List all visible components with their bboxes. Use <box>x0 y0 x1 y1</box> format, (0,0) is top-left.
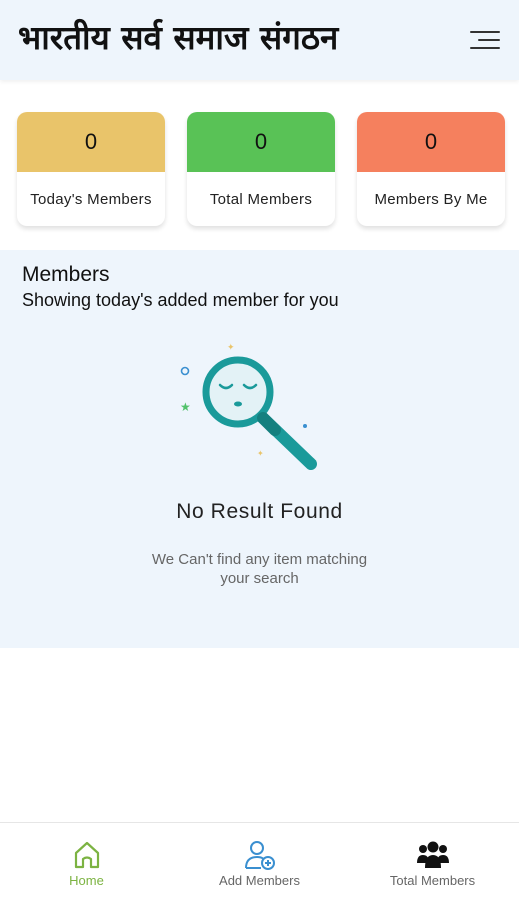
empty-state-line-2: your search <box>220 570 299 587</box>
menu-button[interactable] <box>466 27 500 53</box>
members-panel: Members Showing today's added member for… <box>0 250 519 648</box>
magnifier-sad-face-icon: ★ ✦ ✦ ✦ <box>180 343 317 470</box>
hamburger-icon <box>470 31 500 33</box>
app-header: भारतीय सर्व समाज संगठन <box>0 0 519 80</box>
svg-text:✦: ✦ <box>257 449 264 458</box>
group-icon <box>416 841 449 868</box>
stat-card-todays-members[interactable]: 0 Today's Members <box>17 112 165 226</box>
home-icon <box>74 841 99 869</box>
nav-total-members[interactable]: Total Members <box>346 823 519 901</box>
stat-value: 0 <box>187 112 335 172</box>
members-title: Members <box>22 263 110 286</box>
empty-state-message: We Can't find any item matching your sea… <box>0 550 519 588</box>
nav-add-members-label: Add Members <box>219 873 300 888</box>
members-subtitle: Showing today's added member for you <box>22 290 339 310</box>
nav-total-members-label: Total Members <box>389 873 476 888</box>
empty-state-title: No Result Found <box>176 500 343 523</box>
add-user-icon <box>244 841 275 870</box>
svg-text:★: ★ <box>180 400 191 414</box>
stat-card-members-by-me[interactable]: 0 Members By Me <box>357 112 505 226</box>
nav-home[interactable]: Home <box>0 823 173 901</box>
nav-home-label: Home <box>69 873 104 888</box>
stat-label: Total Members <box>209 190 313 208</box>
stat-value: 0 <box>17 112 165 172</box>
empty-state-line-1: We Can't find any item matching <box>151 551 368 568</box>
nav-add-members[interactable]: Add Members <box>173 823 346 901</box>
app-title: भारतीय सर्व समाज संगठन <box>18 18 339 57</box>
stat-label: Members By Me <box>374 190 488 208</box>
stat-label: Today's Members <box>30 190 152 208</box>
stat-value: 0 <box>357 112 505 172</box>
bottom-navigation: Home Add Members Total Members <box>0 822 519 901</box>
svg-text:✦: ✦ <box>227 343 235 353</box>
stat-card-total-members[interactable]: 0 Total Members <box>187 112 335 226</box>
